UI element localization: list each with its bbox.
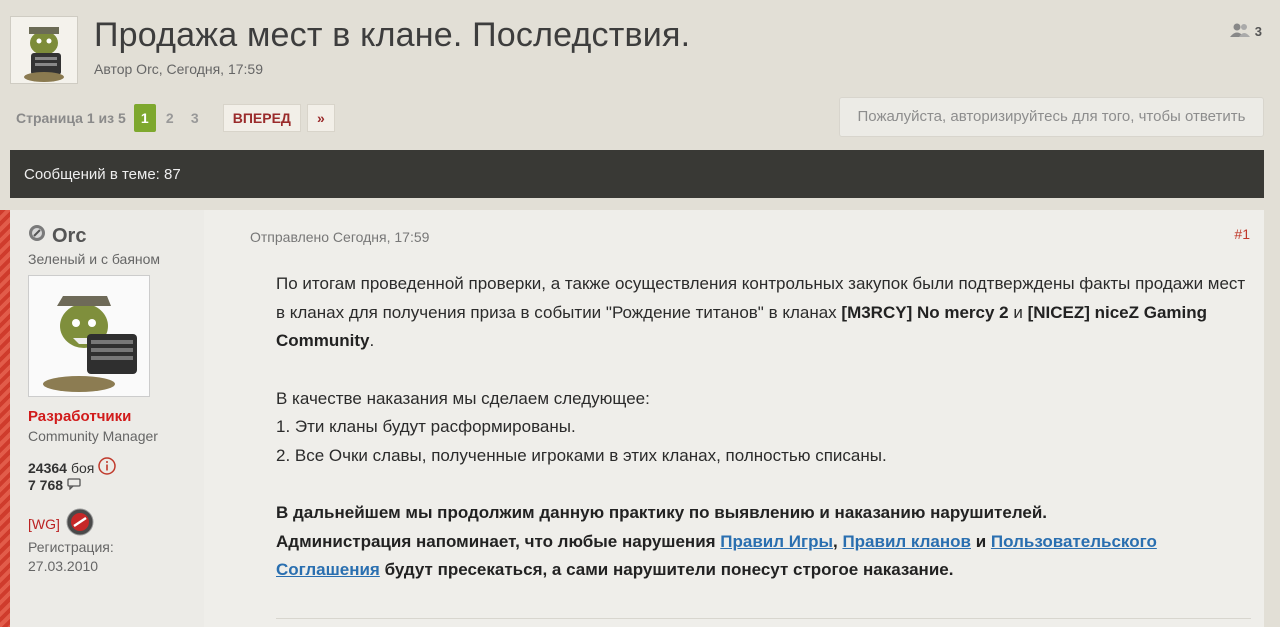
post: Orc Зеленый и с баяном Разработчики Comm… <box>0 210 1264 627</box>
page-3-button[interactable]: 3 <box>184 104 206 132</box>
post-number-link[interactable]: #1 <box>1234 226 1250 242</box>
game-rules-link[interactable]: Правил Игры <box>720 532 833 551</box>
author-battles: 24364 боя <box>28 457 117 478</box>
clan-tag: [WG] <box>28 515 60 532</box>
post-paragraph-3: В дальнейшем мы продолжим данную практик… <box>276 499 1251 585</box>
page-2-button[interactable]: 2 <box>159 104 181 132</box>
author-panel: Orc Зеленый и с баяном Разработчики Comm… <box>10 210 204 627</box>
post-paragraph-2: В качестве наказания мы сделаем следующе… <box>276 385 1251 471</box>
last-page-button[interactable]: » <box>306 104 335 132</box>
author-title: Зеленый и с баяном <box>28 251 161 267</box>
status-icon <box>28 224 46 248</box>
author-role: Community Manager <box>28 428 158 444</box>
pagination: Страница 1 из 5 1 2 3 ВПЕРЕД » <box>16 104 335 132</box>
page-1-button[interactable]: 1 <box>133 104 156 132</box>
viewers-count: 3 <box>1229 22 1262 41</box>
author-group: Разработчики <box>28 408 132 425</box>
clan-rules-link[interactable]: Правил кланов <box>842 532 971 551</box>
topic-header: Продажа мест в клане. Последствия. Автор… <box>10 14 1270 94</box>
p1-text-2: и <box>1008 302 1028 322</box>
info-icon[interactable] <box>98 457 117 478</box>
topic-author-avatar[interactable] <box>10 16 78 84</box>
p3-text-2: будут пресекаться, а сами нарушители пон… <box>379 560 954 579</box>
viewers-number: 3 <box>1254 24 1262 39</box>
post-divider <box>276 618 1251 619</box>
clan-name-1: [M3RCY] No mercy 2 <box>841 302 1009 322</box>
post-paragraph-1: По итогам проведенной проверки, а также … <box>276 270 1251 356</box>
p1-text-3: . <box>369 331 375 350</box>
clan-emblem-icon <box>66 508 94 539</box>
author-name[interactable]: Orc <box>28 224 86 248</box>
next-page-button[interactable]: ВПЕРЕД <box>222 104 301 132</box>
posts-count: 7 768 <box>28 477 64 493</box>
author-registration: Регистрация: 27.03.2010 <box>28 538 114 576</box>
page-label: Страница 1 из 5 <box>16 110 126 126</box>
reg-label: Регистрация: <box>28 539 114 555</box>
author-clan[interactable]: [WG] <box>28 508 94 539</box>
post-date: Отправлено Сегодня, 17:59 <box>250 229 430 245</box>
author-name-text: Orc <box>52 224 87 247</box>
page-title: Продажа мест в клане. Последствия. <box>94 16 691 54</box>
author-avatar[interactable] <box>28 275 150 397</box>
battles-label: боя <box>70 459 95 476</box>
reg-date: 27.03.2010 <box>28 558 99 574</box>
p3-sep-2: и <box>971 531 991 551</box>
messages-bar: Сообщений в теме: 87 <box>10 150 1264 198</box>
battles-count: 24364 <box>28 459 67 476</box>
p2-line-3: 2. Все Очки славы, полученные игроками в… <box>276 445 887 465</box>
messages-count: Сообщений в теме: 87 <box>24 166 181 183</box>
post-stripe <box>0 210 10 627</box>
p3-text-1: Администрация напоминает, что любые нару… <box>276 531 721 551</box>
users-icon <box>1229 22 1251 41</box>
login-to-reply-button[interactable]: Пожалуйста, авторизируйтесь для того, чт… <box>839 97 1264 137</box>
p2-line-2: 1. Эти кланы будут расформированы. <box>276 417 576 436</box>
p3-line-1: В дальнейшем мы продолжим данную практик… <box>276 503 1048 522</box>
topic-meta: Автор Orc, Сегодня, 17:59 <box>94 61 263 77</box>
author-posts: 7 768 <box>28 477 81 493</box>
p2-line-1: В качестве наказания мы сделаем следующе… <box>276 388 650 408</box>
comment-icon <box>67 477 81 493</box>
post-body: По итогам проведенной проверки, а также … <box>276 270 1251 614</box>
